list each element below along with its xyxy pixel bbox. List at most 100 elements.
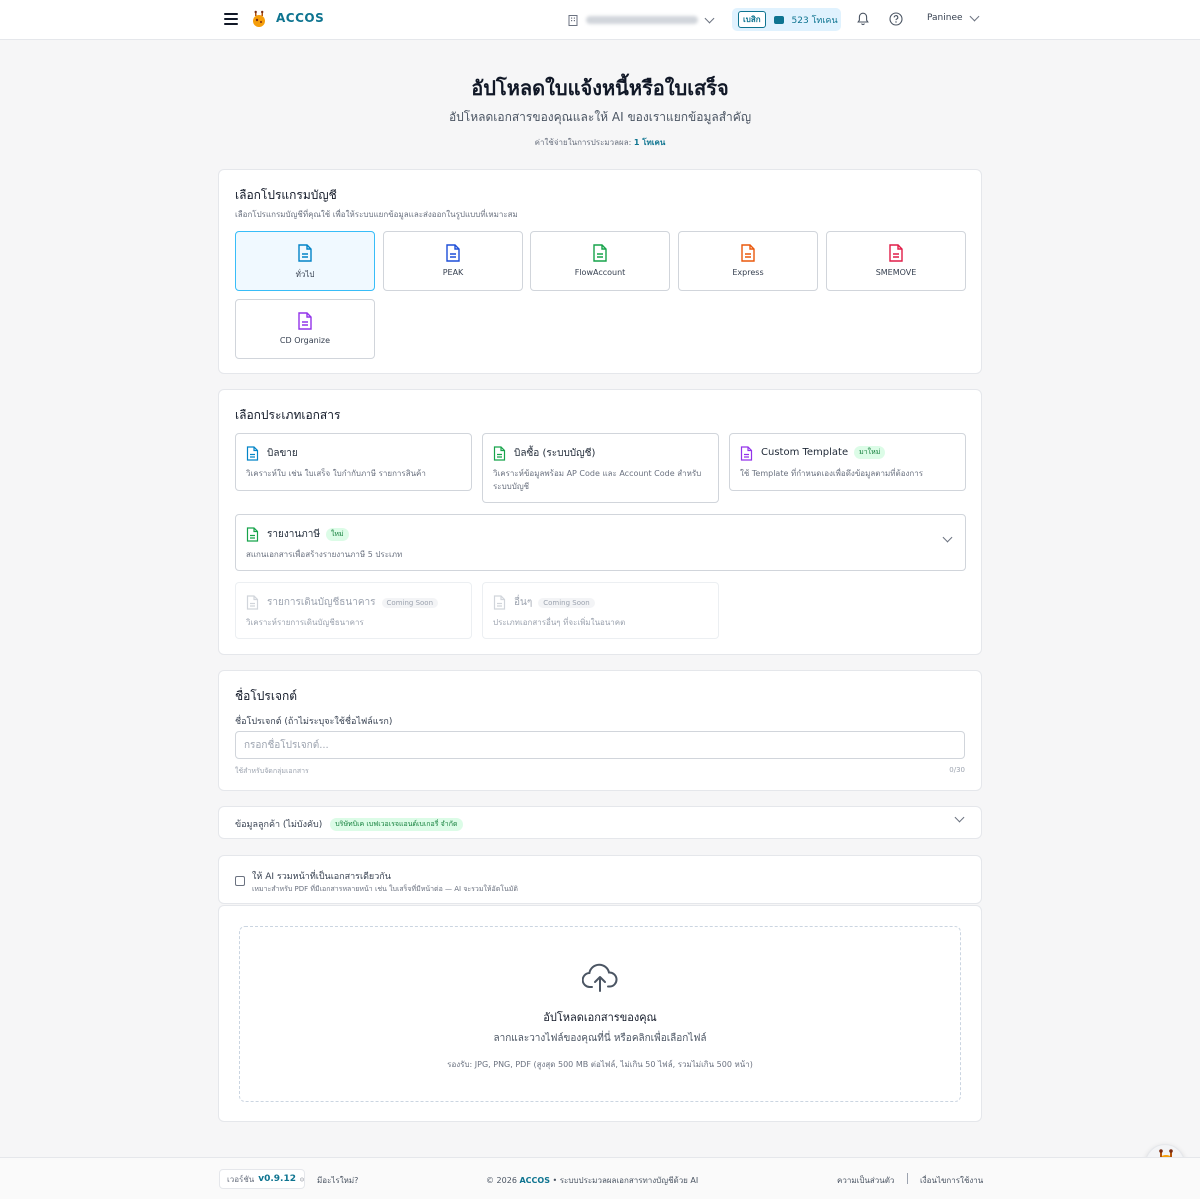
hamburger-menu-icon[interactable] <box>224 13 238 25</box>
doc-type-title: รายการเดินบัญชีธนาคาร <box>267 597 376 608</box>
customer-badge: บริษัทบิเค เบฟเวอเรจแอนด์เบเกอรี่ จำกัด <box>330 817 463 831</box>
upload-formats: รองรับ: JPG, PNG, PDF (สูงสุด 500 MB ต่อ… <box>447 1060 753 1069</box>
document-icon <box>593 244 607 262</box>
doc-type-sales-bill[interactable]: บิลขาย วิเคราะห์ใบ เช่น ใบเสร็จ ใบกำกับภ… <box>235 433 472 491</box>
organization-name-redacted <box>586 16 698 24</box>
chevron-down-icon <box>704 13 715 23</box>
doc-type-purchase-bill[interactable]: บิลซื้อ (ระบบบัญชี) วิเคราะห์ข้อมูลพร้อม… <box>482 433 719 503</box>
version-number: v0.9.12 <box>258 1174 296 1184</box>
program-option-cd-organize[interactable]: CD Organize <box>235 299 375 359</box>
customer-info-accordion[interactable]: ข้อมูลลูกค้า (ไม่บังคับ) บริษัทบิเค เบฟเ… <box>218 806 982 839</box>
program-section-title: เลือกโปรแกรมบัญชี <box>235 188 337 202</box>
copyright-suffix: • ระบบประมวลผลเอกสารทางบัญชีด้วย AI <box>552 1176 699 1185</box>
doc-type-title: Custom Template <box>761 447 849 458</box>
processing-cost: ค่าใช้จ่ายในการประมวลผล: 1 โทเคน <box>0 136 1200 149</box>
chevron-down-icon <box>969 11 979 21</box>
program-label: FlowAccount <box>574 268 626 277</box>
project-helper-text: ใช้สำหรับจัดกลุ่มเอกสาร <box>235 767 309 775</box>
program-option-general[interactable]: ทั่วไป <box>235 231 375 291</box>
program-selection-card: เลือกโปรแกรมบัญชี เลือกโปรแกรมบัญชีที่คุ… <box>218 169 982 374</box>
privacy-link[interactable]: ความเป็นส่วนตัว <box>837 1174 894 1187</box>
bell-icon[interactable] <box>857 12 869 26</box>
organization-selector[interactable] <box>568 10 718 30</box>
doc-type-tax-report[interactable]: รายงานภาษี ใหม่ สแกนเอกสารเพื่อสร้างรายงา… <box>235 514 966 571</box>
program-option-peak[interactable]: PEAK <box>383 231 523 291</box>
project-field-label: ชื่อโปรเจกต์ (ถ้าไม่ระบุจะใช้ชื่อไฟล์แรก… <box>235 717 393 727</box>
wallet-icon <box>773 15 784 24</box>
program-option-smemove[interactable]: SMEMOVE <box>826 231 966 291</box>
program-label: SMEMOVE <box>875 268 917 277</box>
doc-type-section-title: เลือกประเภทเอกสาร <box>235 408 341 422</box>
plan-badge: เบสิก <box>738 11 766 28</box>
coming-soon-badge: Coming Soon <box>538 597 595 608</box>
doc-type-custom-template[interactable]: Custom Template มาใหม่ ใช้ Template ที่กำ… <box>729 433 966 491</box>
upload-subtitle: ลากและวางไฟล์ของคุณที่นี่ หรือคลิกเพื่อเ… <box>493 1033 707 1044</box>
page-title: อัปโหลดใบแจ้งหนี้หรือใบเสร็จ <box>471 76 729 100</box>
copyright: © 2026 ACCOS • ระบบประมวลผลเอกสารทางบัญช… <box>486 1174 698 1187</box>
help-circle-icon[interactable] <box>889 12 903 26</box>
program-section-subtitle: เลือกโปรแกรมบัญชีที่คุณใช้ เพื่อให้ระบบแ… <box>235 210 518 219</box>
chevron-down-icon[interactable] <box>942 532 953 543</box>
doc-type-title: อื่นๆ <box>514 597 533 608</box>
info-icon <box>300 1177 304 1181</box>
cloud-upload-icon <box>582 963 618 992</box>
copyright-brand: ACCOS <box>519 1176 550 1185</box>
document-icon <box>446 244 460 262</box>
upload-card: อัปโหลดเอกสารของคุณ ลากและวางไฟล์ของคุณท… <box>218 905 982 1122</box>
version-pill[interactable]: เวอร์ชัน v0.9.12 <box>219 1169 305 1189</box>
new-badge: มาใหม่ <box>854 446 886 459</box>
upload-title: อัปโหลดเอกสารของคุณ <box>543 1011 657 1024</box>
doc-type-desc: ใช้ Template ที่กำหนดเองเพื่อดึงข้อมูลตา… <box>740 469 924 478</box>
chevron-down-icon <box>954 812 965 823</box>
merge-pages-label: ให้ AI รวมหน้าที่เป็นเอกสารเดียวกัน <box>252 872 391 882</box>
document-icon <box>740 446 753 461</box>
document-icon <box>493 595 506 610</box>
doc-type-desc: สแกนเอกสารเพื่อสร้างรายงานภาษี 5 ประเภท <box>246 550 403 559</box>
project-name-card: ชื่อโปรเจกต์ ชื่อโปรเจกต์ (ถ้าไม่ระบุจะใ… <box>218 670 982 791</box>
doc-type-title: รายงานภาษี <box>267 529 320 540</box>
brand-name[interactable]: ACCOS <box>276 11 324 25</box>
terms-link[interactable]: เงื่อนไขการใช้งาน <box>920 1174 983 1187</box>
doc-type-title: บิลขาย <box>267 448 298 459</box>
cost-label: ค่าใช้จ่ายในการประมวลผล: <box>534 138 632 147</box>
giraffe-logo-icon[interactable] <box>249 10 269 30</box>
building-icon <box>568 14 578 26</box>
doc-type-desc: วิเคราะห์รายการเดินบัญชีธนาคาร <box>246 618 364 627</box>
doc-type-bank-statement: รายการเดินบัญชีธนาคาร Coming Soon วิเคราะ… <box>235 582 472 639</box>
document-icon <box>741 244 755 262</box>
whats-new-link[interactable]: มีอะไรใหม่? <box>317 1174 358 1187</box>
copyright-prefix: © 2026 <box>486 1176 517 1185</box>
program-label: ทั่วไป <box>295 270 315 279</box>
document-icon <box>246 446 259 461</box>
customer-info-label: ข้อมูลลูกค้า (ไม่บังคับ) <box>235 820 323 830</box>
program-label: PEAK <box>442 268 464 277</box>
doc-type-other: อื่นๆ Coming Soon ประเภทเอกสารอื่นๆ ที่จะ… <box>482 582 719 639</box>
project-name-input[interactable] <box>235 731 965 759</box>
program-label: CD Organize <box>279 336 331 345</box>
document-icon <box>246 595 259 610</box>
user-name: Paninee <box>927 13 963 23</box>
plan-token-pill[interactable]: เบสิก 523 โทเคน <box>732 8 841 31</box>
document-type-card: เลือกประเภทเอกสาร บิลขาย วิเคราะห์ใบ เช่… <box>218 389 982 655</box>
program-option-express[interactable]: Express <box>678 231 818 291</box>
version-label: เวอร์ชัน <box>227 1174 255 1184</box>
merge-pages-checkbox[interactable] <box>235 876 245 886</box>
document-icon <box>298 312 312 330</box>
new-badge: ใหม่ <box>325 528 349 541</box>
cost-value: 1 โทเคน <box>633 138 666 147</box>
user-menu[interactable]: Paninee <box>927 11 979 23</box>
program-option-flowaccount[interactable]: FlowAccount <box>530 231 670 291</box>
doc-type-desc: วิเคราะห์ใบ เช่น ใบเสร็จ ใบกำกับภาษี ราย… <box>246 469 426 478</box>
file-dropzone[interactable]: อัปโหลดเอกสารของคุณ ลากและวางไฟล์ของคุณท… <box>239 926 961 1102</box>
merge-pages-desc: เหมาะสำหรับ PDF ที่มีเอกสารหลายหน้า เช่น… <box>252 885 518 893</box>
merge-pages-option: ให้ AI รวมหน้าที่เป็นเอกสารเดียวกัน เหมา… <box>218 855 982 904</box>
top-navbar: ACCOS เบสิก 523 โทเคน Paninee <box>0 0 1200 40</box>
doc-type-title: บิลซื้อ (ระบบบัญชี) <box>514 448 596 459</box>
token-balance: 523 โทเคน <box>791 15 838 26</box>
document-icon <box>298 244 312 262</box>
doc-type-desc: วิเคราะห์ข้อมูลพร้อม AP Code และ Account… <box>493 469 702 491</box>
footer: เวอร์ชัน v0.9.12 มีอะไรใหม่? © 2026 ACCO… <box>0 1157 1200 1199</box>
coming-soon-badge: Coming Soon <box>381 597 439 608</box>
character-counter: 0/30 <box>949 766 965 774</box>
document-icon <box>246 527 259 542</box>
